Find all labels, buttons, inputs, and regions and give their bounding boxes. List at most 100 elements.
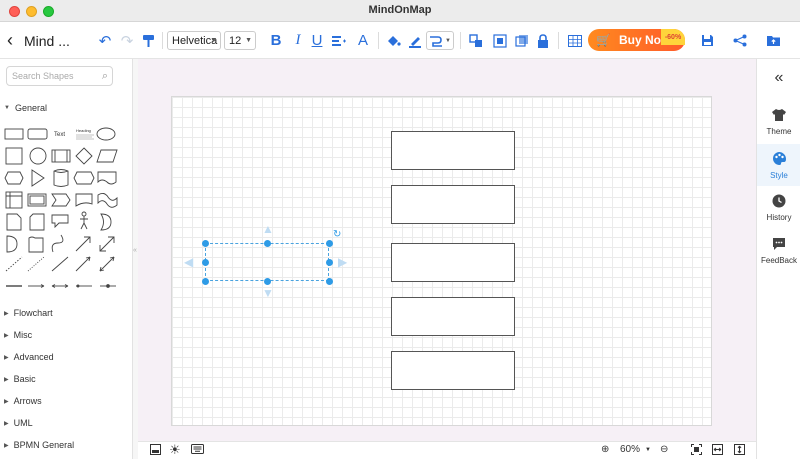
discount-badge: -60% (661, 29, 685, 45)
rotate-icon[interactable]: ↻ (333, 229, 341, 240)
resize-handle[interactable] (326, 259, 333, 266)
section-label: Basic (13, 374, 36, 384)
diagram-rectangle[interactable] (391, 185, 515, 224)
selected-rectangle[interactable] (205, 243, 329, 281)
triangle-right-icon: ▶ (4, 332, 9, 339)
section-advanced[interactable]: ▶ Advanced (4, 352, 54, 362)
font-family-select[interactable]: Helvetica ▼ (167, 31, 221, 50)
connect-arrow-left-icon[interactable]: ◀ (184, 255, 193, 269)
shirt-icon (771, 108, 787, 125)
buy-now-button[interactable]: 🛒 Buy Now -60% (588, 29, 685, 51)
section-bpmn-general[interactable]: ▶ BPMN General (4, 440, 74, 450)
section-label: BPMN General (13, 440, 75, 450)
align-icon[interactable] (329, 22, 349, 59)
resize-handle[interactable] (264, 278, 271, 285)
format-painter-icon[interactable] (138, 22, 158, 59)
shape-library-panel: Search Shapes ⌕ ▼ General Text Heading ▶… (0, 59, 133, 459)
resize-handle[interactable] (202, 278, 209, 285)
group-icon[interactable] (490, 22, 510, 59)
section-general-label: General (14, 103, 47, 113)
font-size-value: 12 (229, 34, 242, 47)
redo-icon[interactable]: ↷ (117, 22, 137, 59)
zoom-caret-icon[interactable]: ▼ (645, 447, 651, 453)
keyboard-icon[interactable] (191, 444, 204, 457)
triangle-down-icon: ▼ (4, 105, 10, 111)
section-label: Arrows (13, 396, 42, 406)
tab-feedback[interactable]: FeedBack (757, 230, 800, 272)
collapse-panel-icon[interactable]: « (757, 69, 800, 87)
collapse-left-icon: « (133, 247, 137, 254)
save-icon[interactable] (697, 22, 717, 59)
zoom-level[interactable]: 60% (620, 444, 640, 455)
fit-page-icon[interactable] (691, 444, 702, 458)
tab-history[interactable]: History (757, 187, 800, 229)
toolbar-divider (378, 32, 379, 49)
underline-button[interactable]: U (307, 22, 327, 59)
general-shapes-grid[interactable]: Text Heading (4, 125, 130, 305)
line-color-icon[interactable] (405, 22, 425, 59)
undo-icon[interactable]: ↶ (95, 22, 115, 59)
resize-handle[interactable] (326, 278, 333, 285)
resize-handle[interactable] (202, 240, 209, 247)
toolbar-divider (558, 32, 559, 49)
section-arrows[interactable]: ▶ Arrows (4, 396, 42, 406)
tab-label: FeedBack (760, 256, 798, 265)
bold-button[interactable]: B (266, 22, 286, 59)
export-folder-icon[interactable] (763, 22, 783, 59)
layer-icon[interactable] (512, 22, 532, 59)
page-view-icon[interactable] (150, 444, 161, 458)
section-basic[interactable]: ▶ Basic (4, 374, 36, 384)
connect-arrow-up-icon[interactable]: ▲ (262, 222, 274, 236)
tab-style[interactable]: Style (757, 144, 800, 186)
fill-bucket-icon[interactable] (383, 22, 403, 59)
tab-label: Theme (766, 127, 792, 136)
section-label: UML (13, 418, 33, 428)
resize-handle[interactable] (264, 240, 271, 247)
font-size-select[interactable]: 12 ▼ (224, 31, 256, 50)
section-label: Flowchart (13, 308, 53, 318)
connect-arrow-right-icon[interactable]: ▶ (338, 255, 347, 269)
diagram-rectangle[interactable] (391, 297, 515, 336)
document-title[interactable]: Mind ... (24, 22, 84, 59)
palette-icon (772, 151, 787, 169)
triangle-right-icon: ▶ (4, 442, 9, 449)
section-flowchart[interactable]: ▶ Flowchart (4, 308, 53, 318)
search-shapes-input[interactable]: Search Shapes ⌕ (6, 66, 113, 86)
arrange-icon[interactable] (466, 22, 486, 59)
section-misc[interactable]: ▶ Misc (4, 330, 32, 340)
triangle-right-icon: ▶ (4, 310, 9, 317)
theme-toggle-icon[interactable]: ☀ (169, 442, 181, 458)
connect-arrow-down-icon[interactable]: ▼ (262, 286, 274, 300)
zoom-in-icon[interactable]: ⊕ (601, 444, 609, 455)
resize-handle[interactable] (202, 259, 209, 266)
share-icon[interactable] (730, 22, 750, 59)
section-general[interactable]: ▼ General (4, 103, 47, 113)
triangle-right-icon: ▶ (4, 398, 9, 405)
diagram-rectangle[interactable] (391, 351, 515, 390)
table-icon[interactable] (564, 22, 586, 59)
toolbar-divider (162, 32, 163, 49)
tab-label: History (766, 213, 792, 222)
chat-icon (772, 237, 786, 254)
bottom-bar: ☀ ⊕ 60% ▼ ⊖ (138, 441, 756, 459)
zoom-out-icon[interactable]: ⊖ (660, 444, 668, 455)
fit-height-icon[interactable] (734, 444, 745, 458)
back-arrow-icon[interactable]: ‹ (2, 22, 18, 59)
clock-icon (772, 194, 786, 211)
caret-down-icon: ▼ (245, 37, 252, 44)
diagram-rectangle[interactable] (391, 243, 515, 282)
search-placeholder: Search Shapes (12, 71, 74, 81)
tab-theme[interactable]: Theme (757, 101, 800, 143)
lock-icon[interactable] (533, 22, 553, 59)
right-panel: « Theme Style History FeedBack (756, 59, 800, 459)
resize-handle[interactable] (326, 240, 333, 247)
section-uml[interactable]: ▶ UML (4, 418, 33, 428)
diagram-rectangle[interactable] (391, 131, 515, 170)
fit-width-icon[interactable] (712, 444, 723, 458)
triangle-right-icon: ▶ (4, 376, 9, 383)
section-label: Misc (13, 330, 33, 340)
font-color-button[interactable]: A (353, 22, 373, 59)
italic-button[interactable]: I (288, 22, 308, 59)
line-style-select[interactable]: ▼ (426, 31, 454, 50)
cart-icon: 🛒 (596, 33, 611, 47)
